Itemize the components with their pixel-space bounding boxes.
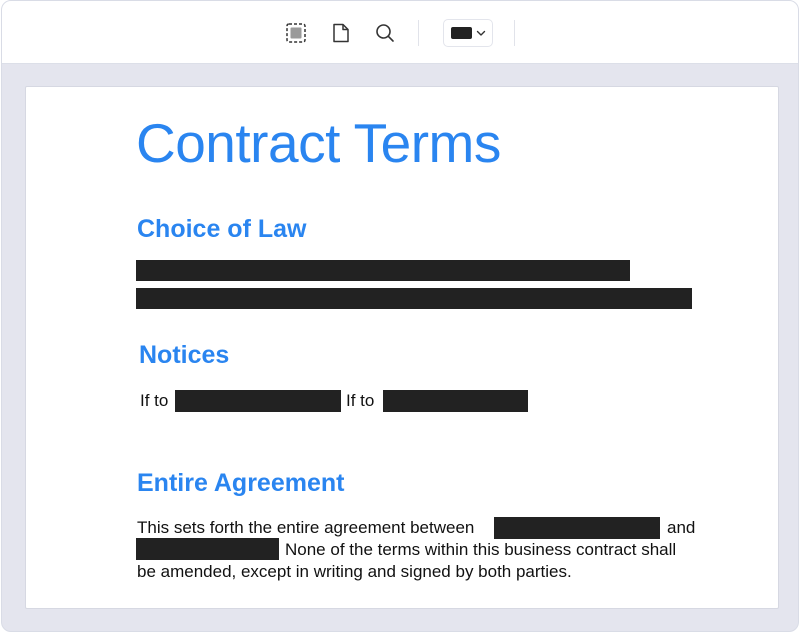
agreement-text-line2: None of the terms within this business c… (285, 540, 677, 559)
app-window: Contract Terms Choice of Law Notices If … (1, 0, 799, 632)
redaction-box[interactable] (136, 260, 630, 281)
agreement-text-line3: be amended, except in writing and signed… (137, 562, 572, 581)
notice-label-2: If to (346, 391, 375, 410)
section-heading-entire-agreement: Entire Agreement (137, 469, 345, 497)
document-page: Contract Terms Choice of Law Notices If … (25, 86, 779, 609)
document-icon (333, 23, 349, 43)
chevron-down-icon (476, 30, 485, 36)
toolbar (2, 1, 798, 64)
section-heading-choice-of-law: Choice of Law (137, 215, 307, 243)
redaction-box[interactable] (136, 538, 279, 560)
agreement-text-and: and (667, 518, 696, 537)
document-title: Contract Terms (136, 112, 501, 174)
redaction-color-dropdown[interactable] (443, 19, 493, 47)
redaction-box[interactable] (136, 288, 692, 309)
redaction-box[interactable] (383, 390, 528, 412)
page-tool-button[interactable] (328, 20, 354, 46)
redaction-box[interactable] (175, 390, 341, 412)
select-area-tool-button[interactable] (283, 20, 309, 46)
agreement-text-line1: This sets forth the entire agreement bet… (137, 518, 475, 537)
color-swatch (450, 27, 472, 39)
section-heading-notices: Notices (139, 341, 230, 369)
toolbar-separator (514, 20, 515, 46)
search-tool-button[interactable] (372, 20, 398, 46)
search-icon (376, 24, 394, 42)
notice-label-1: If to (140, 391, 169, 410)
redaction-box[interactable] (494, 517, 660, 539)
toolbar-separator (418, 20, 419, 46)
dashed-select-icon (286, 23, 306, 43)
